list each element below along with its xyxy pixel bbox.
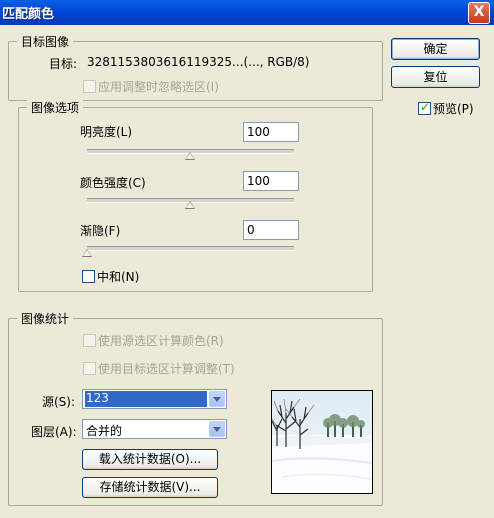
use-target-selection-checkbox[interactable] (83, 362, 96, 375)
fade-slider-track[interactable] (87, 246, 294, 251)
reset-button[interactable]: 复位 (391, 66, 480, 88)
fade-slider-handle[interactable] (82, 249, 92, 257)
fade-label: 渐隐(F) (80, 224, 121, 238)
image-options-legend: 图像选项 (27, 99, 84, 116)
preview-label[interactable]: 预览(P) (433, 100, 474, 117)
source-label: 源(S): (42, 395, 76, 409)
neutralize-checkbox[interactable] (82, 270, 95, 283)
reset-button-label: 复位 (423, 70, 448, 84)
luminance-label: 明亮度(L) (80, 125, 133, 139)
color-intensity-value: 100 (247, 174, 270, 188)
target-value: 3281153803616119325...(..., RGB/8) (87, 55, 310, 69)
title-bar: 匹配颜色 X (0, 0, 494, 25)
chevron-down-icon[interactable] (209, 421, 225, 437)
layer-label: 图层(A): (31, 425, 77, 439)
layer-select-value: 合并的 (86, 424, 123, 438)
preview-checkbox[interactable]: ✓ (418, 100, 431, 115)
use-source-selection-checkbox[interactable] (83, 334, 96, 347)
target-image-legend: 目标图像 (17, 33, 74, 50)
save-statistics-label: 存储统计数据(V)... (99, 480, 201, 494)
snow-landscape-image (272, 391, 372, 493)
load-statistics-label: 载入统计数据(O)... (98, 452, 202, 466)
load-statistics-button[interactable]: 载入统计数据(O)... (82, 449, 218, 470)
chevron-down-icon[interactable] (209, 391, 225, 407)
fade-value: 0 (247, 223, 255, 237)
color-intensity-label: 颜色强度(C) (80, 176, 146, 190)
save-statistics-button[interactable]: 存储统计数据(V)... (82, 477, 218, 498)
ignore-selection-label: 应用调整时忽略选区(I) (98, 80, 219, 94)
close-icon: X (473, 4, 485, 20)
ok-button[interactable]: 确定 (391, 38, 480, 60)
source-select-value: 123 (85, 391, 207, 407)
luminance-slider-handle[interactable] (185, 152, 195, 160)
window-title: 匹配颜色 (2, 7, 55, 22)
checkmark-icon: ✓ (420, 100, 431, 114)
target-label: 目标: (49, 57, 78, 71)
color-intensity-slider-handle[interactable] (185, 201, 195, 209)
neutralize-label[interactable]: 中和(N) (97, 268, 139, 285)
source-preview-thumbnail (271, 390, 373, 494)
luminance-input[interactable]: 100 (243, 122, 299, 142)
use-source-selection-label: 使用源选区计算颜色(R) (98, 334, 224, 348)
luminance-value: 100 (247, 125, 270, 139)
close-button[interactable]: X (468, 2, 490, 24)
layer-select[interactable]: 合并的 (82, 419, 227, 439)
image-statistics-legend: 图像统计 (17, 310, 74, 327)
ignore-selection-checkbox[interactable] (83, 80, 96, 93)
fade-input[interactable]: 0 (243, 220, 299, 240)
use-target-selection-label: 使用目标选区计算调整(T) (98, 362, 235, 376)
ok-button-label: 确定 (423, 42, 448, 56)
source-select[interactable]: 123 (82, 389, 227, 409)
color-intensity-input[interactable]: 100 (243, 171, 299, 191)
